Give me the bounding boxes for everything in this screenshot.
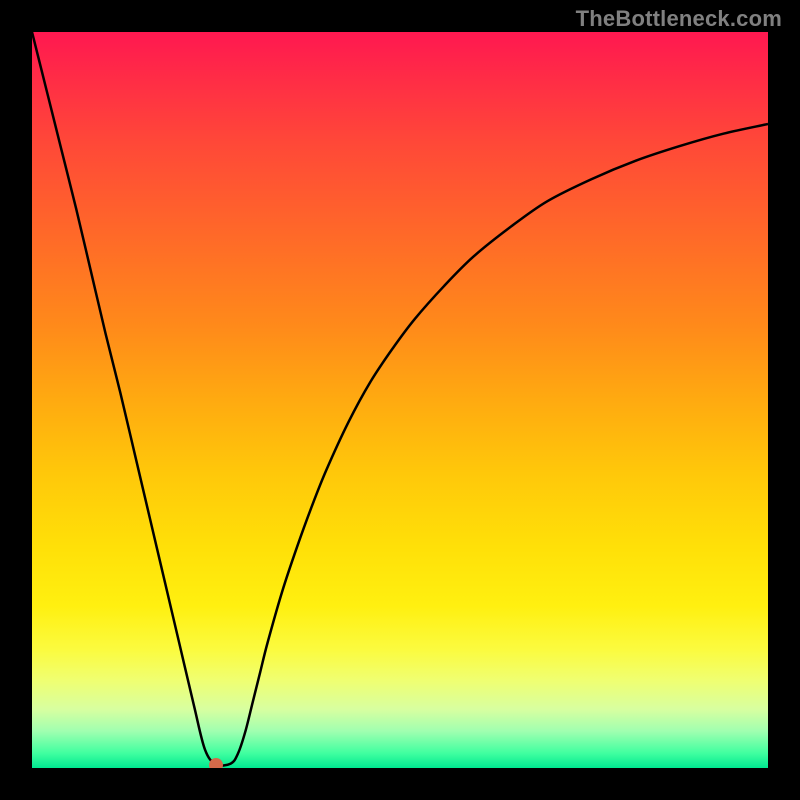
bottleneck-curve	[32, 32, 768, 766]
plot-area	[32, 32, 768, 768]
curve-layer	[32, 32, 768, 768]
watermark-text: TheBottleneck.com	[576, 6, 782, 32]
chart-container: TheBottleneck.com	[0, 0, 800, 800]
